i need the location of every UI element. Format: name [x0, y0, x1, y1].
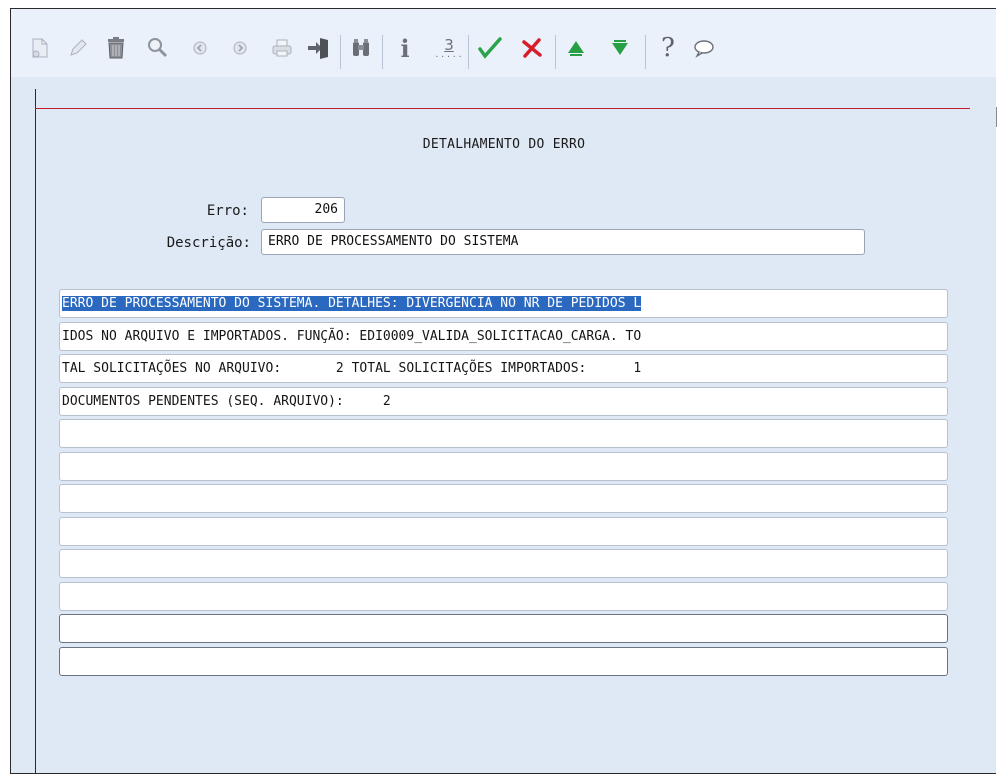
chat-icon[interactable]	[691, 33, 717, 63]
detail-row[interactable]	[59, 484, 948, 513]
cancel-x-icon[interactable]	[519, 33, 545, 63]
toolbar-separator	[340, 35, 341, 69]
detail-row[interactable]	[59, 549, 948, 578]
detail-row[interactable]	[59, 517, 948, 546]
detail-row[interactable]	[59, 614, 948, 643]
next-icon[interactable]	[227, 33, 253, 63]
detail-row[interactable]: ERRO DE PROCESSAMENTO DO SISTEMA. DETALH…	[59, 289, 948, 318]
detail-row[interactable]	[59, 582, 948, 611]
detail-row-text: DOCUMENTOS PENDENTES (SEQ. ARQUIVO): 2	[62, 394, 391, 409]
detail-row[interactable]	[59, 452, 948, 481]
toolbar-separator	[468, 35, 469, 69]
erro-label: Erro:	[206, 203, 249, 219]
panel-edge	[996, 107, 997, 127]
toolbar-separator	[382, 35, 383, 69]
descricao-label: Descrição:	[166, 235, 251, 251]
detail-row[interactable]: IDOS NO ARQUIVO E IMPORTADOS. FUNÇÃO: ED…	[59, 322, 948, 351]
app-window: i 3 ····· ? DETALHAMENTO DO ERRO Erro: 2…	[10, 8, 997, 774]
search-icon[interactable]	[145, 33, 171, 63]
detail-row-text: ERRO DE PROCESSAMENTO DO SISTEMA. DETALH…	[62, 296, 642, 311]
detail-row[interactable]	[59, 419, 948, 448]
move-down-icon[interactable]	[607, 33, 633, 63]
toolbar: i 3 ····· ?	[11, 9, 996, 77]
detail-row[interactable]: TAL SOLICITAÇÕES NO ARQUIVO: 2 TOTAL SOL…	[59, 354, 948, 383]
toolbar-separator	[645, 35, 646, 69]
help-icon[interactable]: ?	[655, 33, 681, 63]
numbering-dots: ·····	[434, 52, 464, 61]
exit-door-icon[interactable]	[305, 33, 331, 63]
numbering-icon[interactable]: 3 ·····	[434, 33, 464, 63]
edit-icon[interactable]	[65, 33, 91, 63]
trash-icon[interactable]	[103, 33, 129, 63]
detail-row-text: TAL SOLICITAÇÕES NO ARQUIVO: 2 TOTAL SOL…	[62, 361, 642, 376]
move-up-icon[interactable]	[563, 33, 589, 63]
descricao-field[interactable]: ERRO DE PROCESSAMENTO DO SISTEMA	[261, 229, 865, 255]
header-divider	[35, 108, 970, 109]
toolbar-separator	[555, 35, 556, 69]
prev-icon[interactable]	[187, 33, 213, 63]
info-icon[interactable]: i	[392, 33, 418, 63]
new-doc-icon[interactable]	[27, 33, 53, 63]
page-title: DETALHAMENTO DO ERRO	[422, 137, 586, 152]
detail-row[interactable]: DOCUMENTOS PENDENTES (SEQ. ARQUIVO): 2	[59, 387, 948, 416]
detail-row[interactable]	[59, 647, 948, 676]
detail-row-text: IDOS NO ARQUIVO E IMPORTADOS. FUNÇÃO: ED…	[62, 329, 642, 344]
print-icon[interactable]	[269, 33, 295, 63]
confirm-check-icon[interactable]	[477, 33, 503, 63]
binoculars-icon[interactable]	[348, 33, 374, 63]
erro-field[interactable]: 206	[261, 197, 345, 223]
